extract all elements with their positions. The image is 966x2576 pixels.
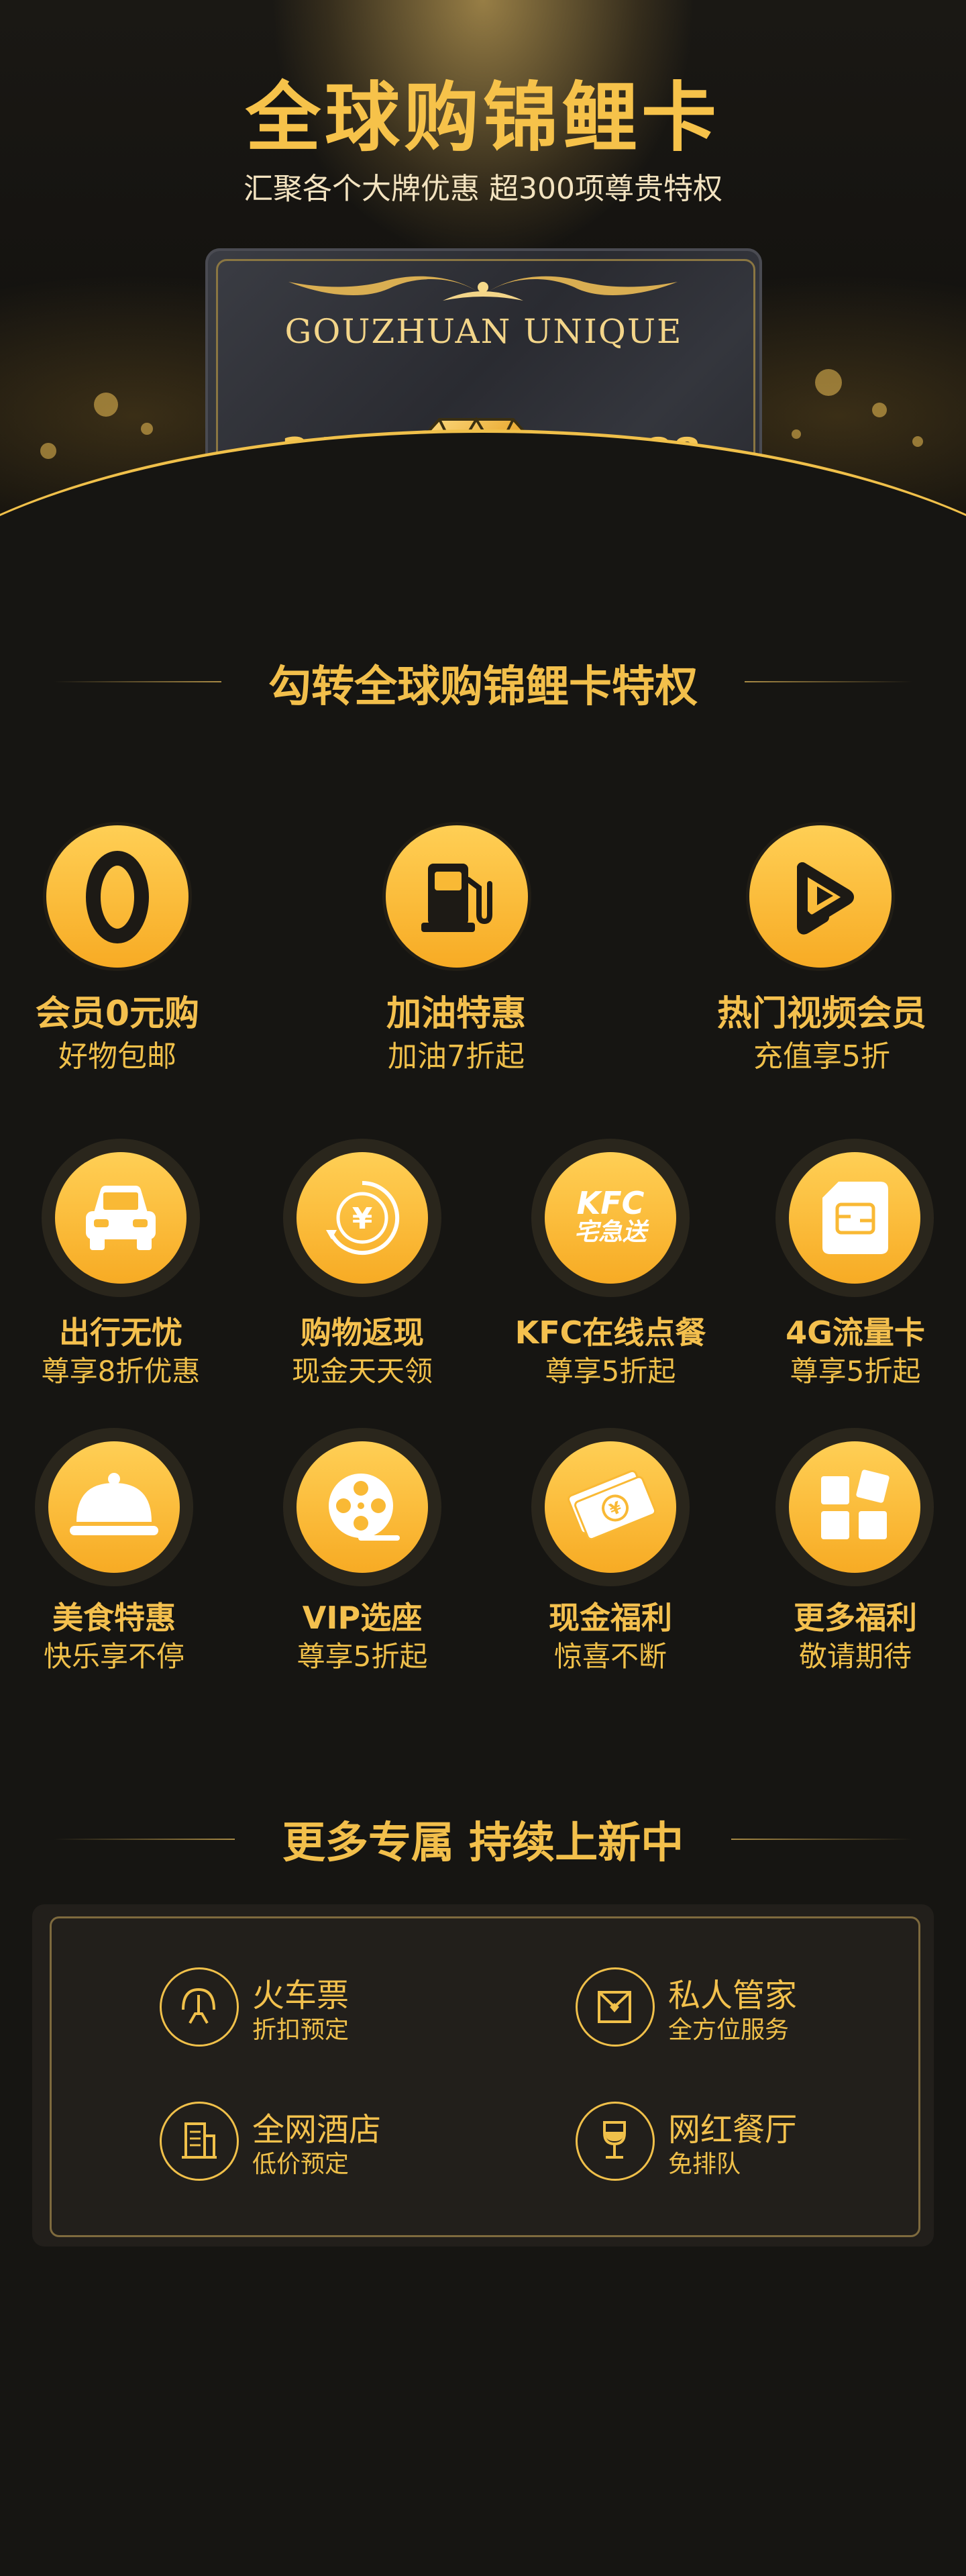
item-title: 美食特惠: [52, 1600, 176, 1636]
yen-cashback-icon: ¥: [326, 1180, 400, 1255]
panel-frame: [50, 1916, 920, 2237]
privilege-item-video-membership[interactable]: [746, 822, 895, 971]
sparkle-decoration: [141, 423, 153, 435]
kfc-logo-text: KFC: [576, 1185, 645, 1221]
service-subtitle: 折扣预定: [252, 2016, 350, 2044]
service-title: 全网酒店: [252, 2111, 382, 2149]
service-title: 网红餐厅: [668, 2111, 798, 2149]
item-subtitle: 快乐享不停: [43, 1640, 184, 1673]
item-subtitle: 尊享8折优惠: [41, 1355, 201, 1388]
food-cloche-icon: [70, 1473, 158, 1535]
cash-bills-icon: ¥: [568, 1470, 656, 1541]
svg-text:¥: ¥: [352, 1202, 373, 1236]
train-icon: [182, 1988, 215, 2024]
ornament-icon: [288, 276, 678, 301]
item-subtitle: 现金天天领: [291, 1355, 433, 1388]
service-title: 火车票: [252, 1977, 350, 2014]
more-grid-icon: [821, 1470, 890, 1539]
privilege-item-vip-seat[interactable]: [283, 1428, 441, 1586]
service-item-train[interactable]: 火车票 折扣预定: [160, 1967, 381, 2047]
hero-curve-divider: [0, 429, 966, 577]
item-title: 4G流量卡: [786, 1315, 925, 1351]
butler-icon: [598, 1991, 631, 2023]
sim-card-icon: [822, 1182, 888, 1254]
item-title: 现金福利: [549, 1600, 672, 1636]
item-subtitle: 尊享5折起: [790, 1355, 921, 1388]
gas-pump-icon: [421, 864, 492, 932]
privilege-item-travel[interactable]: [42, 1139, 200, 1297]
privilege-item-zero-purchase[interactable]: [43, 822, 192, 971]
section-title-more: 更多专属 持续上新中: [282, 1818, 684, 1868]
service-subtitle: 全方位服务: [668, 2016, 790, 2044]
sparkle-decoration: [94, 393, 118, 417]
service-subtitle: 免排队: [668, 2151, 741, 2178]
service-item-hotel[interactable]: 全网酒店 低价预定: [160, 2102, 415, 2181]
item-subtitle: 敬请期待: [798, 1640, 912, 1673]
sparkle-decoration: [792, 429, 801, 439]
page-subtitle: 汇聚各个大牌优惠 超300项尊贵特权: [244, 172, 722, 206]
wine-glass-icon: [603, 2121, 626, 2159]
item-title: 加油特惠: [386, 994, 526, 1034]
item-subtitle: 好物包邮: [58, 1039, 176, 1074]
privilege-item-cashback[interactable]: ¥: [283, 1139, 441, 1297]
privilege-item-food[interactable]: [35, 1428, 193, 1586]
item-title: 购物返现: [301, 1315, 424, 1351]
zero-icon: [86, 851, 149, 943]
item-subtitle: 惊喜不断: [553, 1640, 667, 1673]
privilege-item-sim-card[interactable]: [775, 1139, 934, 1297]
privilege-item-more-benefits[interactable]: [775, 1428, 934, 1586]
service-title: 私人管家: [668, 1977, 798, 2014]
item-title: KFC在线点餐: [515, 1315, 706, 1351]
item-subtitle: 尊享5折起: [545, 1355, 676, 1388]
sparkle-decoration: [912, 436, 923, 447]
service-subtitle: 低价预定: [252, 2151, 350, 2178]
sparkle-decoration: [815, 369, 842, 396]
item-title: 更多福利: [794, 1600, 917, 1636]
car-icon: [86, 1186, 156, 1250]
privilege-item-cash-bonus[interactable]: ¥: [531, 1428, 690, 1586]
item-title: 热门视频会员: [716, 994, 926, 1034]
hotel-icon: [182, 2122, 217, 2159]
item-subtitle: 尊享5折起: [297, 1640, 428, 1673]
page-title: 全球购锦鲤卡: [246, 74, 720, 162]
privilege-item-fuel-discount[interactable]: [382, 822, 531, 971]
item-title: 出行无忧: [59, 1315, 182, 1351]
card-brand: GOUZHUAN UNIQUE: [284, 312, 683, 351]
service-item-butler[interactable]: 私人管家 全方位服务: [576, 1967, 830, 2047]
item-title: 会员0元购: [35, 994, 200, 1034]
item-subtitle: 加油7折起: [388, 1039, 525, 1074]
privilege-item-kfc[interactable]: KFC 宅急送: [531, 1139, 690, 1297]
item-title: VIP选座: [302, 1600, 423, 1636]
video-play-icon: [797, 862, 854, 935]
film-reel-icon: [329, 1474, 400, 1541]
sparkle-decoration: [872, 403, 887, 417]
kfc-delivery-text: 宅急送: [574, 1219, 647, 1246]
section-title-privileges: 勾转全球购锦鲤卡特权: [268, 662, 698, 712]
item-subtitle: 充值享5折: [753, 1039, 890, 1074]
sparkle-decoration: [40, 443, 56, 459]
hero-banner: 全球购锦鲤卡 汇聚各个大牌优惠 超300项尊贵特权 GOUZHUAN UNIQU…: [0, 0, 966, 577]
service-item-restaurant[interactable]: 网红餐厅 免排队: [576, 2102, 830, 2181]
